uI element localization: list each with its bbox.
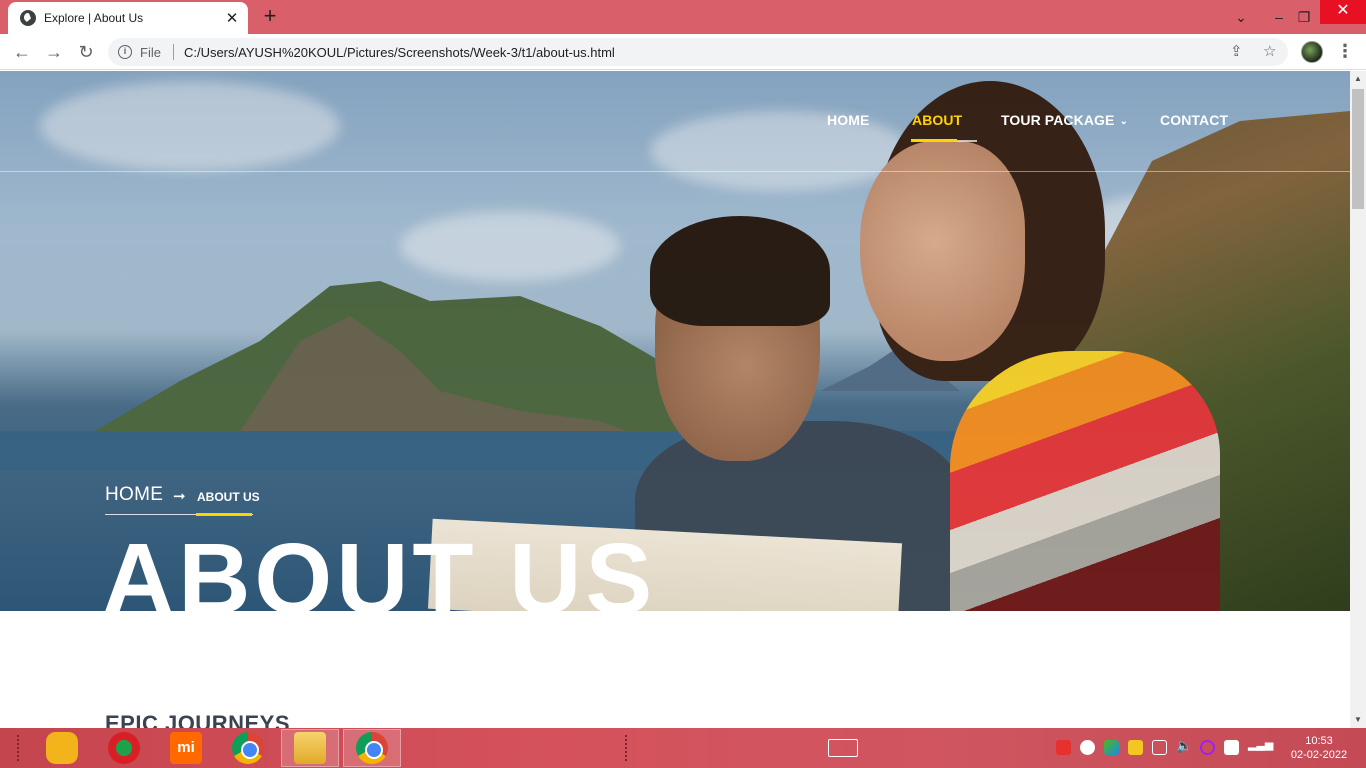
- section-heading: EPIC JOURNEYS: [105, 711, 290, 728]
- sync-icon[interactable]: [1200, 740, 1215, 755]
- profile-avatar[interactable]: [1301, 41, 1323, 63]
- app-tray-icon[interactable]: [1104, 740, 1119, 755]
- clock-date: 02-02-2022: [1290, 749, 1348, 761]
- page-title: ABOUT US: [102, 523, 657, 611]
- tab-search-chevron-icon[interactable]: ⌄: [1225, 0, 1257, 34]
- nav-item-home[interactable]: HOME: [827, 112, 869, 128]
- taskbar-clock[interactable]: 10:53 02-02-2022: [1284, 734, 1354, 762]
- antivirus-icon[interactable]: [108, 732, 140, 764]
- signal-icon[interactable]: ▂▃▅: [1248, 738, 1273, 751]
- tab-title: Explore | About Us: [44, 11, 144, 25]
- bookmark-star-icon[interactable]: ☆: [1263, 38, 1276, 66]
- breadcrumb-current: ABOUT US: [197, 490, 260, 504]
- scroll-down-icon[interactable]: ▼: [1350, 712, 1366, 728]
- address-separator: [172, 44, 174, 60]
- search-tray-icon[interactable]: [1080, 740, 1095, 755]
- volume-icon[interactable]: 🔈: [1176, 738, 1192, 754]
- browser-menu-icon[interactable]: ⋮: [1336, 40, 1354, 64]
- nav-item-label: TOUR PACKAGE: [1001, 112, 1115, 128]
- share-icon[interactable]: ⇪: [1230, 38, 1243, 66]
- device-icon[interactable]: [1152, 740, 1167, 755]
- url-text[interactable]: C:/Users/AYUSH%20KOUL/Pictures/Screensho…: [184, 45, 615, 60]
- globe-icon: [20, 10, 36, 26]
- meet-now-icon[interactable]: [1056, 740, 1071, 755]
- network-people-icon[interactable]: [1128, 740, 1143, 755]
- nav-divider: [0, 171, 1350, 172]
- os-taskbar: mi 🔈 ▂▃▅ 10:53 02-02-2022: [0, 728, 1366, 768]
- forward-icon[interactable]: →: [42, 40, 66, 64]
- nav-item-about[interactable]: ABOUT: [912, 112, 962, 128]
- page-scrollbar[interactable]: ▲ ▼: [1350, 71, 1366, 728]
- breadcrumb-home-link[interactable]: HOME: [105, 484, 163, 506]
- new-tab-button[interactable]: +: [258, 5, 282, 29]
- arrow-right-icon: ➞: [173, 488, 186, 505]
- nav-item-contact[interactable]: CONTACT: [1160, 112, 1228, 128]
- clock-time: 10:53: [1305, 735, 1333, 747]
- browser-titlebar: Explore | About Us ✕ + ⌄ – ❐ ✕: [0, 0, 1366, 34]
- scroll-thumb[interactable]: [1352, 89, 1364, 209]
- chrome-active-icon[interactable]: [356, 732, 388, 764]
- browser-toolbar: ← → ↻ i File C:/Users/AYUSH%20KOUL/Pictu…: [0, 34, 1366, 70]
- hero-banner: HOME ABOUT TOUR PACKAGE ⌄ CONTACT HOME ➞ …: [0, 71, 1350, 611]
- info-icon[interactable]: i: [118, 45, 132, 59]
- back-icon[interactable]: ←: [10, 40, 34, 64]
- action-center-icon[interactable]: [1224, 740, 1239, 755]
- file-scheme-label: File: [140, 44, 161, 60]
- breadcrumb-active-indicator: [196, 513, 252, 516]
- scroll-up-icon[interactable]: ▲: [1350, 71, 1366, 87]
- chevron-down-icon: ⌄: [1119, 116, 1128, 127]
- nav-active-indicator: [911, 139, 957, 142]
- file-explorer-icon[interactable]: [294, 732, 326, 764]
- taskbar-grip: [624, 734, 628, 762]
- page-viewport: HOME ABOUT TOUR PACKAGE ⌄ CONTACT HOME ➞ …: [0, 71, 1350, 728]
- address-bar[interactable]: i File C:/Users/AYUSH%20KOUL/Pictures/Sc…: [108, 38, 1288, 66]
- chrome-icon[interactable]: [232, 732, 264, 764]
- tab-close-icon[interactable]: ✕: [222, 9, 242, 27]
- mi-icon[interactable]: mi: [170, 732, 202, 764]
- taskbar-grip: [16, 734, 20, 762]
- close-window-button[interactable]: ✕: [1320, 0, 1366, 24]
- nav-item-tour-package[interactable]: TOUR PACKAGE ⌄: [1001, 112, 1128, 128]
- app-launcher-icon[interactable]: [46, 732, 78, 764]
- restore-icon[interactable]: ❐: [1288, 0, 1320, 34]
- keyboard-icon[interactable]: [828, 739, 858, 757]
- browser-tab[interactable]: Explore | About Us ✕: [8, 2, 248, 34]
- reload-icon[interactable]: ↻: [74, 40, 98, 64]
